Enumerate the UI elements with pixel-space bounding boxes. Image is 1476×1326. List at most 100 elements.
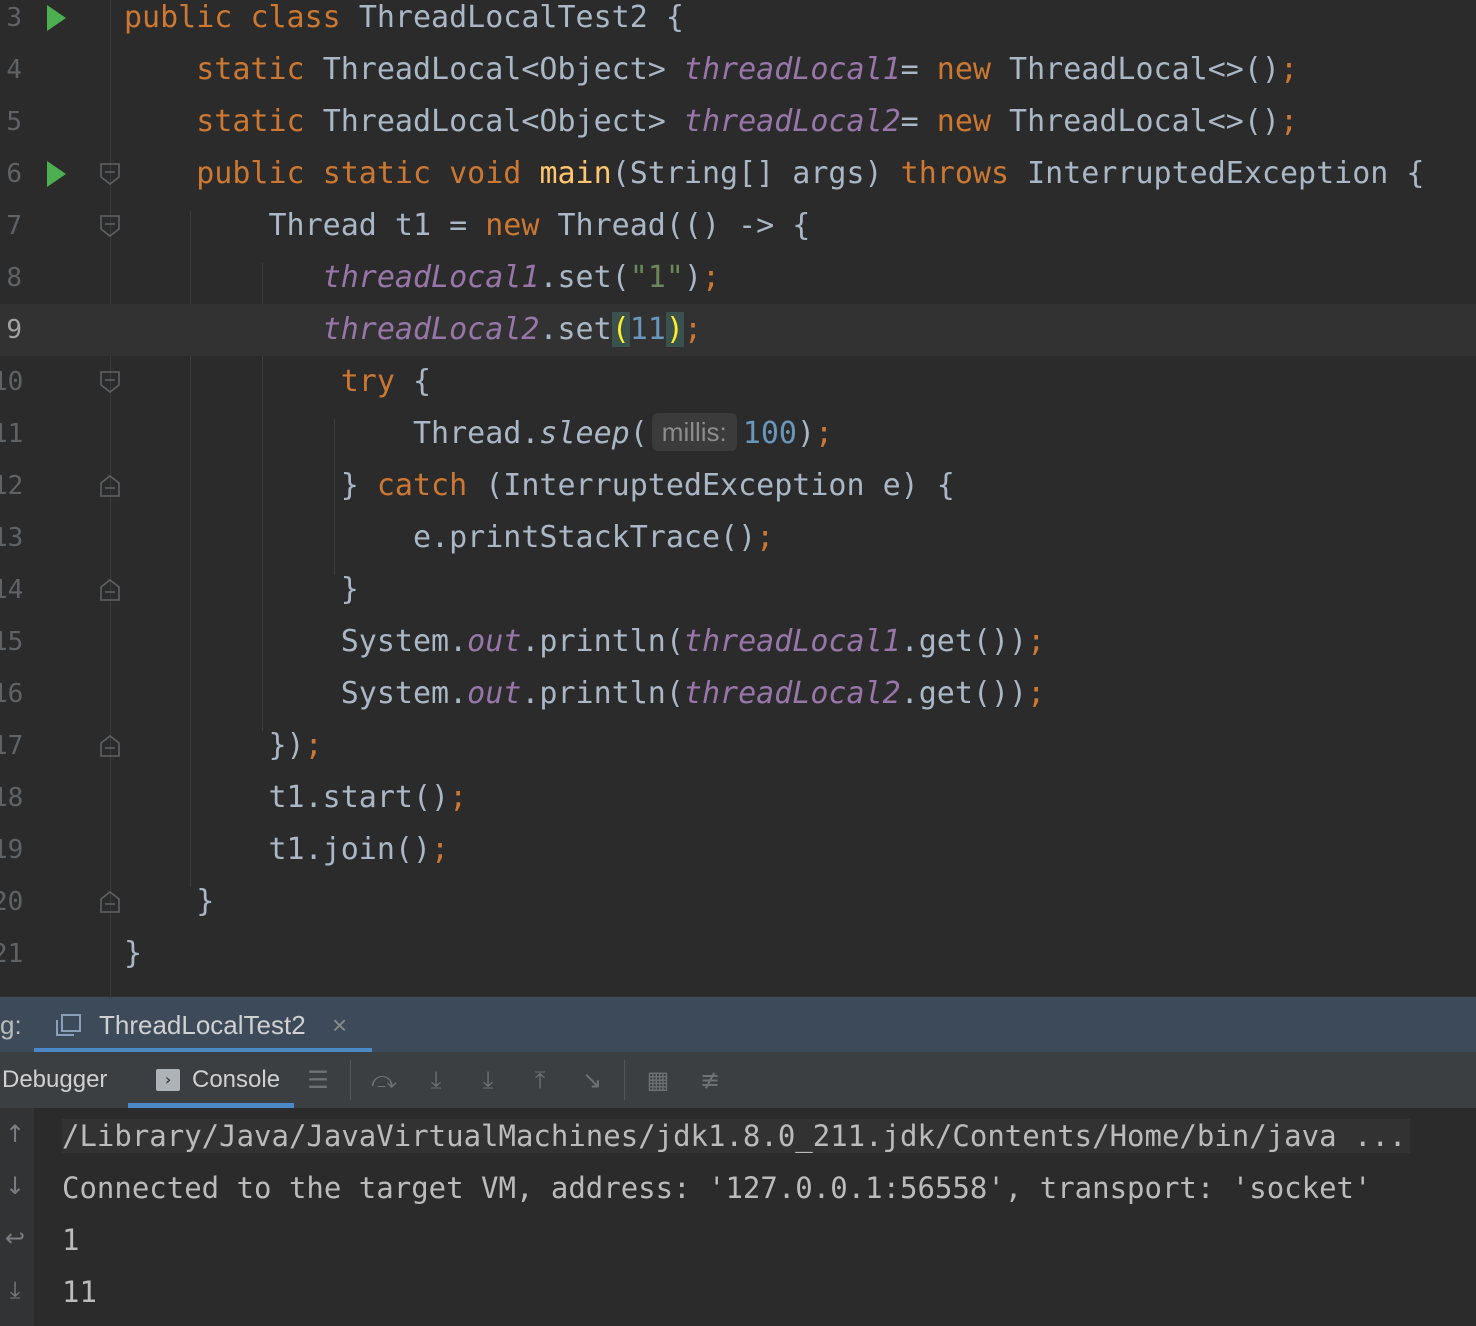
code-line[interactable]: 4 static ThreadLocal<Object> threadLocal… [0, 44, 1476, 96]
code-line[interactable]: 19 t1.join(); [0, 824, 1476, 876]
line-number[interactable]: 12 [0, 460, 23, 512]
force-step-into-icon[interactable]: ⤓ [474, 1066, 502, 1094]
fold-marker-icon[interactable] [100, 370, 120, 394]
tab-console[interactable]: Console [192, 1052, 280, 1108]
run-to-cursor-icon[interactable]: ↘ [578, 1066, 606, 1094]
command-line[interactable]: /Library/Java/JavaVirtualMachines/jdk1.8… [62, 1119, 1411, 1153]
code-token: "1" [629, 260, 684, 295]
code-line[interactable]: 10 try { [0, 356, 1476, 408]
line-number[interactable]: 9 [0, 304, 22, 356]
line-number[interactable]: 5 [0, 96, 22, 148]
code-token: throws [900, 156, 1028, 191]
code-token: } [124, 572, 359, 607]
code-token: .get()) [900, 624, 1028, 659]
line-number[interactable]: 15 [0, 616, 23, 668]
code-line[interactable]: 6 public static void main(String[] args)… [0, 148, 1476, 200]
code-token: threadLocal2 [322, 312, 540, 347]
code-line[interactable]: 8 threadLocal1.set("1"); [0, 252, 1476, 304]
code-line[interactable]: 21} [0, 928, 1476, 980]
fold-marker-icon[interactable] [100, 162, 120, 186]
scroll-down-icon[interactable]: ↓ [0, 1172, 30, 1200]
code-text: Thread.sleep(millis: 100); [124, 408, 833, 460]
session-tab[interactable]: ThreadLocalTest2 × [34, 997, 372, 1053]
line-number[interactable]: 21 [0, 928, 23, 980]
code-line[interactable]: 7 Thread t1 = new Thread(() -> { [0, 200, 1476, 252]
trace-icon[interactable]: ≢ [696, 1066, 724, 1094]
code-editor[interactable]: 3 public class ThreadLocalTest2 {4 static… [0, 0, 1476, 996]
line-number[interactable]: 17 [0, 720, 23, 772]
line-number[interactable]: 16 [0, 668, 23, 720]
console-output[interactable]: ↑ ↓ ↩ ⤓ /Library/Java/JavaVirtualMachine… [0, 1108, 1476, 1326]
code-token: }) [124, 728, 305, 763]
code-token: = [900, 104, 937, 139]
line-number[interactable]: 7 [0, 200, 22, 252]
code-line[interactable]: 15 System.out.println(threadLocal1.get()… [0, 616, 1476, 668]
line-number[interactable]: 11 [0, 408, 23, 460]
code-line[interactable]: 14 } [0, 564, 1476, 616]
fold-marker-icon[interactable] [100, 734, 120, 758]
code-text: t1.start(); [124, 772, 467, 824]
scroll-to-end-icon[interactable]: ⤓ [0, 1276, 30, 1304]
session-window-icon [56, 1014, 81, 1036]
line-number[interactable]: 8 [0, 252, 22, 304]
code-text: } catch (InterruptedException e) { [124, 460, 955, 512]
fold-marker-icon[interactable] [100, 578, 120, 602]
line-number[interactable]: 6 [0, 148, 22, 200]
run-gutter-icon[interactable] [47, 5, 66, 31]
step-into-icon[interactable]: ⤓ [422, 1066, 450, 1094]
code-line[interactable]: 13 e.printStackTrace(); [0, 512, 1476, 564]
code-text: } [124, 564, 359, 616]
toolbar-divider [624, 1060, 625, 1100]
evaluate-icon[interactable]: ▦ [644, 1066, 672, 1094]
console-icon: › [156, 1069, 180, 1091]
code-line[interactable]: 12 } catch (InterruptedException e) { [0, 460, 1476, 512]
code-token: static [322, 156, 450, 191]
line-number[interactable]: 3 [0, 0, 22, 44]
code-token: .set( [539, 260, 630, 295]
run-gutter-icon[interactable] [47, 161, 66, 187]
code-text: public class ThreadLocalTest2 { [124, 0, 684, 44]
step-over-icon[interactable]: ⤼ [370, 1066, 398, 1094]
fold-marker-icon[interactable] [100, 890, 120, 914]
tab-debugger[interactable]: Debugger [2, 1052, 107, 1108]
code-text: } [124, 928, 142, 980]
code-line[interactable]: 11 Thread.sleep(millis:100); [0, 408, 1476, 460]
close-icon[interactable]: × [332, 997, 347, 1053]
code-token: threadLocal1 [683, 624, 901, 659]
line-number[interactable]: 13 [0, 512, 23, 564]
fold-marker-icon[interactable] [100, 214, 120, 238]
soft-wrap-icon[interactable]: ↩ [0, 1224, 30, 1252]
code-token: .set [539, 312, 612, 347]
code-token: } [124, 936, 143, 971]
line-number[interactable]: 19 [0, 824, 23, 876]
code-token: System. [124, 624, 468, 659]
line-number[interactable]: 14 [0, 564, 23, 616]
debug-tool-window-header: g: ThreadLocalTest2 × [0, 996, 1476, 1053]
code-token: ) [683, 260, 702, 295]
line-number[interactable]: 20 [0, 876, 23, 928]
console-side-toolbar: ↑ ↓ ↩ ⤓ [0, 1108, 34, 1326]
line-number[interactable]: 10 [0, 356, 23, 408]
code-line[interactable]: 16 System.out.println(threadLocal2.get()… [0, 668, 1476, 720]
line-number[interactable]: 4 [0, 44, 22, 96]
debug-toolbar: Debugger › Console ☰ ⤼ ⤓ ⤓ ⤒ ↘ ▦ ≢ [0, 1052, 1476, 1109]
fold-marker-icon[interactable] [100, 474, 120, 498]
code-line[interactable]: 18 t1.start(); [0, 772, 1476, 824]
code-token: threadLocal2 [683, 676, 901, 711]
layout-icon[interactable]: ☰ [304, 1066, 332, 1094]
line-number[interactable]: 18 [0, 772, 23, 824]
code-line[interactable]: 20 } [0, 876, 1476, 928]
code-token: new [485, 208, 558, 243]
step-out-icon[interactable]: ⤒ [526, 1066, 554, 1094]
code-line[interactable]: 3 public class ThreadLocalTest2 { [0, 0, 1476, 44]
scroll-up-icon[interactable]: ↑ [0, 1120, 30, 1148]
code-token: (InterruptedException e) { [485, 468, 955, 503]
code-token: try [340, 364, 413, 399]
code-token: ThreadLocal<>() [1009, 52, 1280, 87]
code-token: ; [702, 260, 721, 295]
code-line[interactable]: 9 threadLocal2.set(11); [0, 304, 1476, 356]
code-line[interactable]: 17 }); [0, 720, 1476, 772]
code-token: 11 [629, 312, 666, 347]
code-text: try { [124, 356, 431, 408]
code-line[interactable]: 5 static ThreadLocal<Object> threadLocal… [0, 96, 1476, 148]
